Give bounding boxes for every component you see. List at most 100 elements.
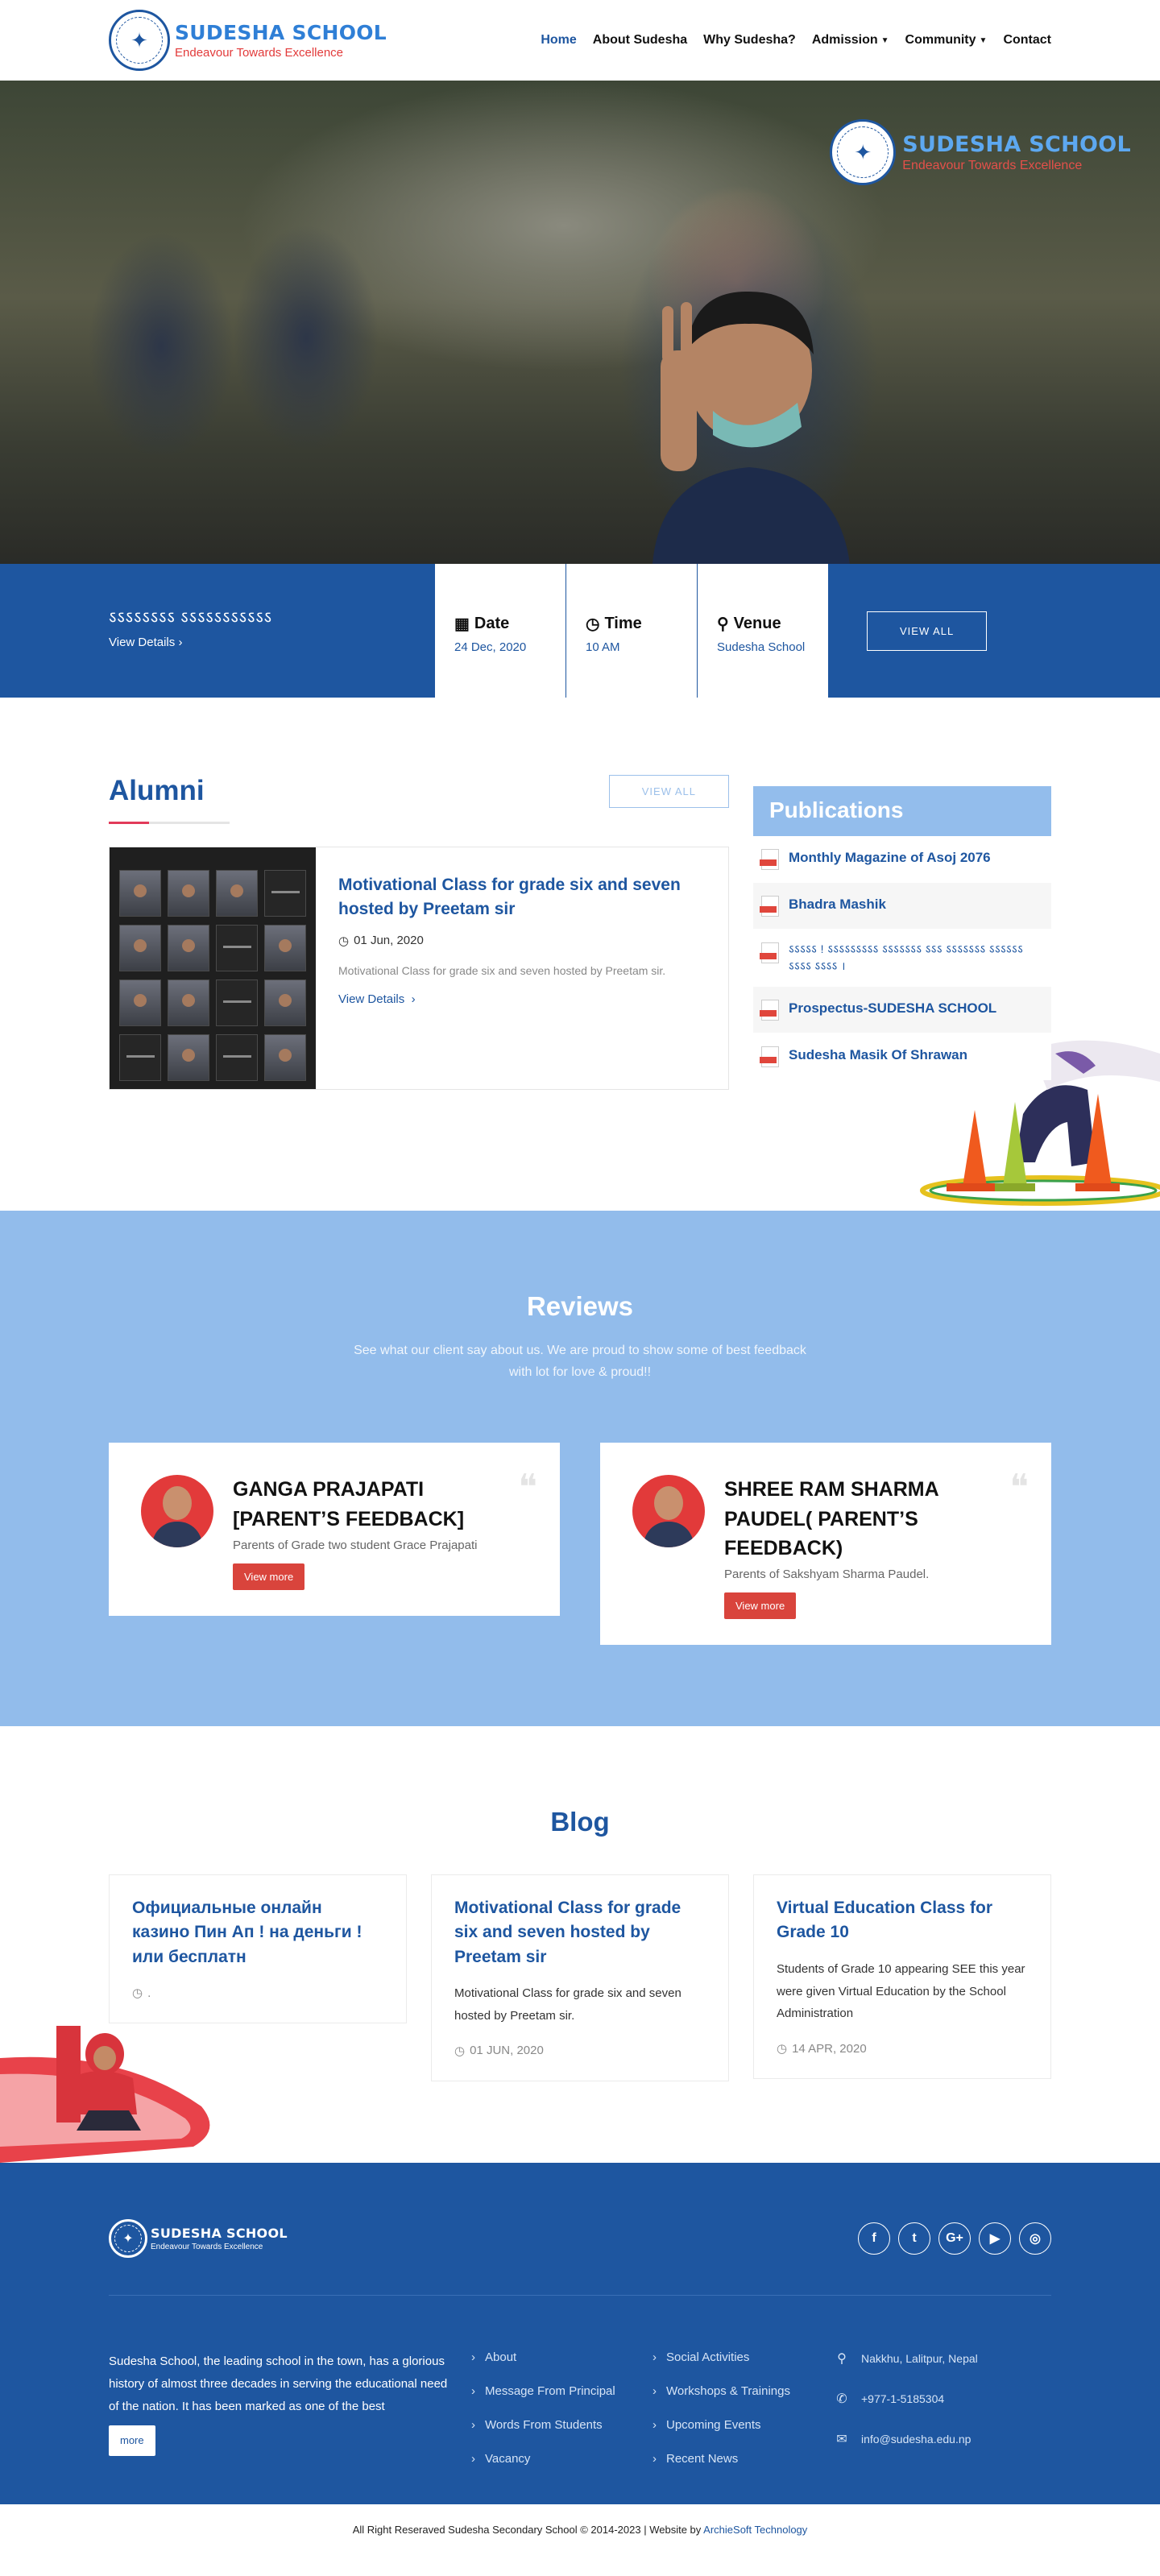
phone-icon: ✆: [836, 2392, 847, 2406]
copyright-text: All Right Reseraved Sudesha Secondary Sc…: [352, 2524, 704, 2536]
site-logo[interactable]: ✦ SUDESHA SCHOOL Endeavour Towards Excel…: [109, 10, 387, 71]
nav-contact[interactable]: Contact: [1003, 33, 1051, 48]
video-tile: [216, 1034, 258, 1081]
youtube-icon[interactable]: ▶: [979, 2222, 1011, 2255]
hero-logo: ✦ SUDESHA SCHOOL Endeavour Towards Excel…: [830, 119, 1131, 185]
alumni-view-all-button[interactable]: VIEW ALL: [608, 775, 729, 808]
blog-card-title-link[interactable]: Virtual Education Class for Grade 10: [777, 1896, 1028, 1945]
video-tile: [119, 1034, 161, 1081]
nav-why[interactable]: Why Sudesha?: [703, 33, 796, 48]
alumni-card-title[interactable]: Motivational Class for grade six and sev…: [338, 876, 681, 918]
review-name: GANGA PRAJAPATI [PARENT’S FEEDBACK]: [233, 1478, 465, 1530]
map-marker-icon: ⚲: [717, 615, 729, 633]
instagram-icon[interactable]: ◎: [1019, 2222, 1051, 2255]
video-tile: [168, 870, 209, 917]
envelope-icon: ✉: [836, 2433, 847, 2446]
review-view-more-button[interactable]: View more: [724, 1592, 797, 1620]
footer-link-social[interactable]: Social Activities: [652, 2350, 834, 2364]
nav-admission[interactable]: Admission ▼: [812, 33, 889, 48]
nav-about-label: About Sudesha: [592, 33, 688, 47]
footer-email-link[interactable]: info@sudesha.edu.np: [861, 2433, 971, 2446]
nav-community[interactable]: Community ▼: [905, 33, 988, 48]
blog-card-title-link[interactable]: Официальные онлайн казино Пин Ап ! на де…: [132, 1896, 383, 1969]
blog-card: Motivational Class for grade six and sev…: [431, 1874, 729, 2081]
footer-address: Nakkhu, Lalitpur, Nepal: [861, 2352, 978, 2365]
logo-name: SUDESHA SCHOOL: [175, 21, 387, 44]
video-tile: [168, 925, 209, 971]
publication-item[interactable]: Prospectus-SUDESHA SCHOOL: [753, 987, 1051, 1033]
twitter-icon[interactable]: t: [898, 2222, 930, 2255]
alumni-thumbnail[interactable]: [110, 847, 316, 1089]
events-view-all-button[interactable]: VIEW ALL: [867, 611, 988, 651]
blog-card-title-link[interactable]: Motivational Class for grade six and sev…: [454, 1896, 706, 1969]
publication-item[interactable]: Monthly Magazine of Asoj 2076: [753, 836, 1051, 883]
chevron-right-icon: ›: [411, 992, 416, 1007]
publication-item[interactable]: Bhadra Mashik: [753, 883, 1051, 930]
event-venue-label: Venue: [733, 615, 781, 632]
school-seal-icon: ✦: [830, 119, 897, 185]
blog-card-date: 14 APR, 2020: [792, 2041, 867, 2056]
footer-link-events[interactable]: Upcoming Events: [652, 2418, 834, 2432]
pdf-icon: [760, 849, 779, 870]
footer-link-vacancy[interactable]: Vacancy: [471, 2452, 652, 2466]
hero-logo-name: SUDESHA SCHOOL: [902, 131, 1131, 157]
reviews-subtitle: See what our client say about us. We are…: [354, 1344, 806, 1380]
footer-link-principal[interactable]: Message From Principal: [471, 2384, 652, 2398]
footer-link-about[interactable]: About: [471, 2350, 652, 2364]
site-footer: ✦ SUDESHA SCHOOL Endeavour Towards Excel…: [0, 2163, 1160, 2504]
footer-link-workshops[interactable]: Workshops & Trainings: [652, 2384, 834, 2398]
logo-tagline: Endeavour Towards Excellence: [175, 46, 344, 60]
video-tile: [216, 979, 258, 1026]
footer-link-students[interactable]: Words From Students: [471, 2418, 652, 2432]
site-header: ✦ SUDESHA SCHOOL Endeavour Towards Excel…: [0, 0, 1160, 81]
social-links: f t G+ ▶ ◎: [858, 2222, 1051, 2255]
publication-item[interactable]: Sudesha Masik Of Shrawan: [753, 1033, 1051, 1080]
alumni-title: Alumni: [109, 775, 205, 806]
quote-icon: ❝: [1009, 1467, 1029, 1509]
review-card: GANGA PRAJAPATI [PARENT’S FEEDBACK] Pare…: [109, 1443, 560, 1616]
publications-panel: Publications Monthly Magazine of Asoj 20…: [753, 786, 1051, 1090]
event-time-value: 10 AM: [586, 640, 620, 654]
alumni-view-details-link[interactable]: View Details ›: [338, 992, 416, 1006]
alumni-block: Alumni VIEW ALL Motivational Class for g…: [109, 775, 729, 1090]
facebook-icon[interactable]: f: [858, 2222, 890, 2255]
video-tile: [119, 870, 161, 917]
review-view-more-button[interactable]: View more: [233, 1563, 305, 1590]
video-tile: [216, 925, 258, 971]
nav-home[interactable]: Home: [541, 33, 576, 48]
publication-label: Bhadra Mashik: [789, 897, 886, 912]
pdf-icon: [760, 1000, 779, 1021]
publication-label: Prospectus-SUDESHA SCHOOL: [789, 1000, 997, 1016]
school-seal-icon: ✦: [109, 2219, 147, 2258]
clock-icon: ◷: [132, 1986, 143, 2001]
blog-card: Virtual Education Class for Grade 10 Stu…: [753, 1874, 1051, 2080]
event-date-value: 24 Dec, 2020: [454, 640, 527, 654]
blog-card-title: Motivational Class for grade six and sev…: [454, 1899, 682, 1966]
blog-card-title: Официальные онлайн казино Пин Ап ! на де…: [132, 1899, 362, 1966]
main-nav: Home About Sudesha Why Sudesha? Admissio…: [541, 33, 1051, 48]
video-tile: [264, 1034, 306, 1081]
video-tile: [168, 1034, 209, 1081]
publication-label: ऽऽऽऽऽ ! ऽऽऽऽऽऽऽऽऽ ऽऽऽऽऽऽऽ ऽऽऽ ऽऽऽऽऽऽऽ ऽऽ…: [789, 942, 1024, 972]
blog-section: Blog Официальные онлайн казино Пин Ап ! …: [0, 1726, 1160, 2163]
publication-label: Monthly Magazine of Asoj 2076: [789, 850, 991, 865]
alumni-link-label: View Details: [338, 992, 405, 1007]
video-tile: [264, 979, 306, 1026]
nav-contact-label: Contact: [1003, 33, 1051, 47]
nav-about[interactable]: About Sudesha: [593, 33, 687, 48]
footer-logo[interactable]: ✦ SUDESHA SCHOOL Endeavour Towards Excel…: [109, 2219, 288, 2258]
school-seal-icon: ✦: [109, 10, 170, 71]
publication-item[interactable]: ऽऽऽऽऽ ! ऽऽऽऽऽऽऽऽऽ ऽऽऽऽऽऽऽ ऽऽऽ ऽऽऽऽऽऽऽ ऽऽ…: [753, 930, 1051, 987]
event-time: ◷ Time 10 AM: [566, 564, 698, 698]
blog-card-excerpt: Motivational Class for grade six and sev…: [454, 1986, 682, 2023]
developer-link[interactable]: ArchieSoft Technology: [703, 2524, 807, 2536]
event-view-details-link[interactable]: View Details ›: [109, 636, 182, 649]
pdf-icon: [760, 1046, 779, 1067]
event-venue: ⚲ Venue Sudesha School: [698, 564, 829, 698]
hero-child-photo: [652, 291, 850, 564]
map-marker-icon: ⚲: [837, 2352, 847, 2366]
footer-link-news[interactable]: Recent News: [652, 2452, 834, 2466]
google-plus-icon[interactable]: G+: [938, 2222, 971, 2255]
pdf-icon: [760, 896, 779, 917]
footer-more-button[interactable]: more: [109, 2425, 155, 2457]
